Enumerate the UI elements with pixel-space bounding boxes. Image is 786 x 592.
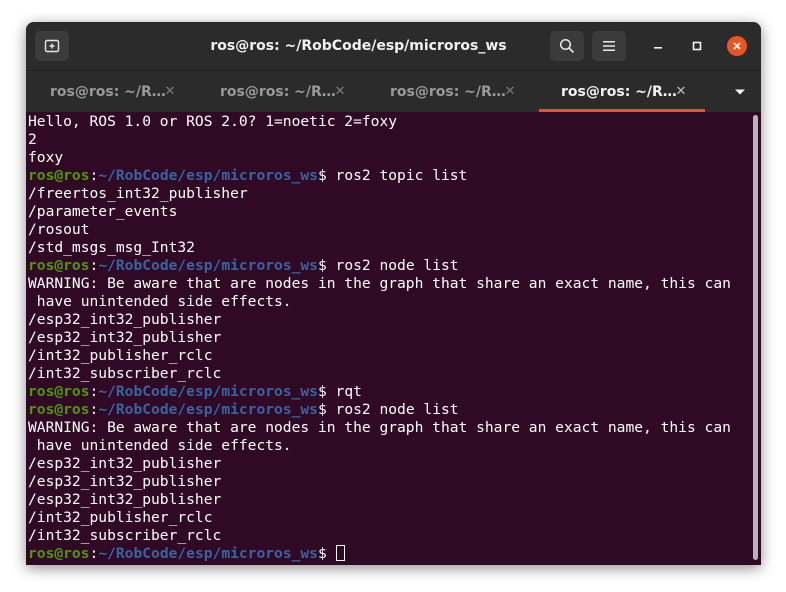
- scrollbar[interactable]: [753, 115, 758, 560]
- prompt-line: ros@ros:~/RobCode/esp/microros_ws$ ros2 …: [28, 401, 749, 419]
- command-text: ros2 topic list: [335, 167, 468, 184]
- prompt-path: ~/RobCode/esp/microros_ws: [98, 257, 318, 274]
- output-line: have unintended side effects.: [28, 437, 292, 454]
- prompt-user: ros@ros: [28, 257, 90, 274]
- chevron-down-icon: [735, 89, 745, 95]
- prompt-dollar: $: [317, 257, 336, 274]
- tab-close-icon[interactable]: ✕: [502, 83, 518, 99]
- title-bar: ros@ros: ~/RobCode/esp/microros_ws: [26, 22, 761, 70]
- minimize-button[interactable]: [648, 36, 668, 56]
- output-line: /int32_subscriber_rclc: [28, 527, 222, 544]
- command-text: ros2 node list: [335, 401, 459, 418]
- output-line: /int32_publisher_rclc: [28, 509, 213, 526]
- tab-label: ros@ros: ~/R…: [50, 83, 166, 100]
- tab-close-icon[interactable]: ✕: [162, 83, 178, 99]
- output-line: /int32_subscriber_rclc: [28, 365, 222, 382]
- prompt-line: ros@ros:~/RobCode/esp/microros_ws$ ros2 …: [28, 257, 749, 275]
- prompt-line: ros@ros:~/RobCode/esp/microros_ws$ rqt: [28, 383, 749, 401]
- tab-menu-button[interactable]: [727, 79, 753, 105]
- hamburger-menu-icon: [603, 41, 615, 51]
- search-icon: [559, 38, 575, 54]
- output-line: WARNING: Be aware that are nodes in the …: [28, 275, 731, 292]
- tab-2[interactable]: ros@ros: ~/R… ✕: [196, 71, 366, 112]
- new-tab-button[interactable]: [35, 31, 69, 61]
- output-line: 2: [28, 131, 37, 148]
- output-line: /esp32_int32_publisher: [28, 311, 222, 328]
- output-line: /esp32_int32_publisher: [28, 473, 222, 490]
- close-icon: [733, 42, 741, 50]
- prompt-line: ros@ros:~/RobCode/esp/microros_ws$ ros2 …: [28, 167, 749, 185]
- command-text: rqt: [335, 383, 362, 400]
- output-line: /std_msgs_msg_Int32: [28, 239, 195, 256]
- output-line: /parameter_events: [28, 203, 178, 220]
- maximize-icon: [692, 41, 702, 51]
- prompt-user: ros@ros: [28, 167, 90, 184]
- prompt-line: ros@ros:~/RobCode/esp/microros_ws$: [28, 545, 749, 563]
- minimize-icon: [654, 47, 662, 49]
- command-text: ros2 node list: [335, 257, 459, 274]
- tab-label: ros@ros: ~/R…: [561, 83, 677, 100]
- prompt-dollar: $: [317, 383, 336, 400]
- tab-3[interactable]: ros@ros: ~/R… ✕: [366, 71, 536, 112]
- output-line: /rosout: [28, 221, 90, 238]
- output-line: have unintended side effects.: [28, 293, 292, 310]
- prompt-colon: :: [89, 383, 99, 400]
- new-tab-icon: [44, 39, 60, 53]
- output-line: WARNING: Be aware that are nodes in the …: [28, 419, 731, 436]
- tab-4[interactable]: ros@ros: ~/R… ✕: [537, 71, 707, 112]
- tab-close-icon[interactable]: ✕: [673, 83, 689, 99]
- output-line: /esp32_int32_publisher: [28, 491, 222, 508]
- terminal-output[interactable]: Hello, ROS 1.0 or ROS 2.0? 1=noetic 2=fo…: [26, 112, 761, 565]
- window-title: ros@ros: ~/RobCode/esp/microros_ws: [210, 38, 507, 54]
- prompt-path: ~/RobCode/esp/microros_ws: [98, 167, 318, 184]
- prompt-dollar: $: [317, 401, 336, 418]
- prompt-path: ~/RobCode/esp/microros_ws: [98, 545, 318, 562]
- terminal-window: ros@ros: ~/RobCode/esp/microros_ws ros@r…: [26, 22, 761, 565]
- prompt-colon: :: [89, 167, 99, 184]
- text-cursor: [335, 545, 345, 561]
- output-line: /freertos_int32_publisher: [28, 185, 248, 202]
- prompt-path: ~/RobCode/esp/microros_ws: [98, 383, 318, 400]
- menu-button[interactable]: [592, 31, 626, 61]
- close-button[interactable]: [727, 36, 747, 56]
- output-line: /int32_publisher_rclc: [28, 347, 213, 364]
- output-line: Hello, ROS 1.0 or ROS 2.0? 1=noetic 2=fo…: [28, 113, 398, 130]
- prompt-user: ros@ros: [28, 383, 90, 400]
- prompt-colon: :: [89, 257, 99, 274]
- prompt-user: ros@ros: [28, 401, 90, 418]
- output-line: foxy: [28, 149, 64, 166]
- prompt-path: ~/RobCode/esp/microros_ws: [98, 401, 318, 418]
- prompt-dollar: $: [317, 545, 336, 562]
- output-line: /esp32_int32_publisher: [28, 455, 222, 472]
- tab-label: ros@ros: ~/R…: [220, 83, 336, 100]
- tab-bar: ros@ros: ~/R… ✕ ros@ros: ~/R… ✕ ros@ros:…: [26, 70, 761, 113]
- tab-label: ros@ros: ~/R…: [390, 83, 506, 100]
- search-button[interactable]: [550, 31, 584, 61]
- maximize-button[interactable]: [687, 36, 707, 56]
- output-line: /esp32_int32_publisher: [28, 329, 222, 346]
- prompt-dollar: $: [317, 167, 336, 184]
- prompt-user: ros@ros: [28, 545, 90, 562]
- tab-1[interactable]: ros@ros: ~/R… ✕: [26, 71, 196, 112]
- tab-close-icon[interactable]: ✕: [332, 83, 348, 99]
- prompt-colon: :: [89, 545, 99, 562]
- terminal-text: Hello, ROS 1.0 or ROS 2.0? 1=noetic 2=fo…: [28, 113, 749, 563]
- prompt-colon: :: [89, 401, 99, 418]
